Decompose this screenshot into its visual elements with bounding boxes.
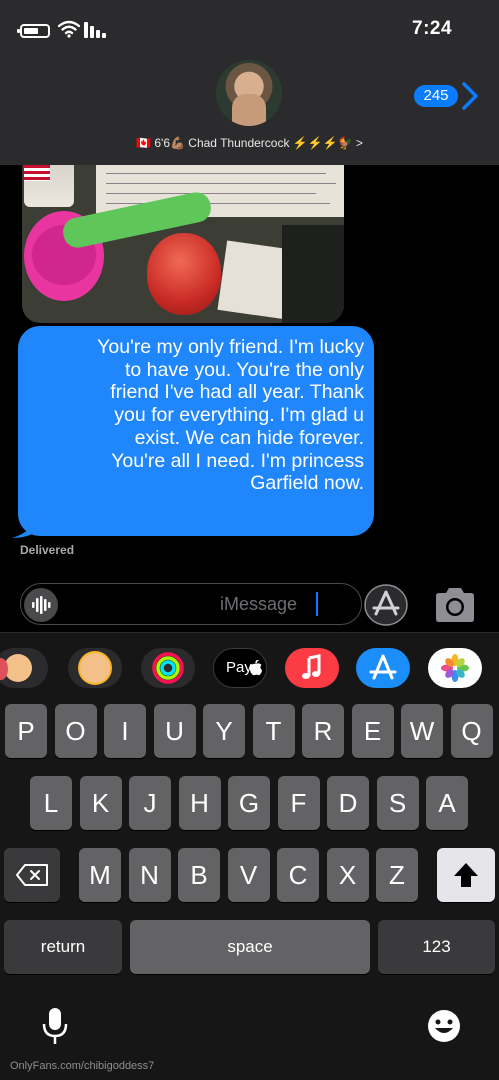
- message-text: You're my only friend. I'm lucky to have…: [97, 336, 364, 495]
- key-z[interactable]: Z: [376, 848, 418, 902]
- app-drawer-button[interactable]: [360, 584, 408, 626]
- key-g[interactable]: G: [228, 776, 270, 830]
- watermark: OnlyFans.com/chibigoddess7: [10, 1060, 155, 1072]
- key-f[interactable]: F: [277, 776, 320, 830]
- key-a[interactable]: A: [426, 776, 468, 830]
- shift-arrow-icon: [454, 863, 478, 887]
- key-o[interactable]: O: [54, 704, 97, 758]
- key-j[interactable]: J: [129, 776, 171, 830]
- status-time: 7:24: [412, 18, 453, 39]
- contact-avatar[interactable]: [216, 60, 282, 126]
- key-q[interactable]: Q: [450, 704, 493, 758]
- key-e[interactable]: E: [351, 704, 394, 758]
- key-c[interactable]: C: [277, 848, 319, 902]
- delivery-status: Delivered: [20, 543, 75, 557]
- key-k[interactable]: K: [79, 776, 122, 830]
- key-w[interactable]: W: [401, 704, 443, 758]
- key-p[interactable]: P: [5, 704, 47, 758]
- emoji-icon[interactable]: [426, 1008, 462, 1044]
- key-m[interactable]: M: [79, 848, 121, 902]
- chevron-back-icon[interactable]: [460, 82, 482, 110]
- message-input[interactable]: [20, 583, 362, 625]
- photo-attachment[interactable]: [22, 165, 344, 323]
- unread-count-badge[interactable]: 245: [414, 85, 458, 107]
- key-t[interactable]: T: [252, 704, 295, 758]
- key-l[interactable]: L: [30, 776, 72, 830]
- apple-pay-icon[interactable]: Pay: [213, 648, 267, 688]
- key-d[interactable]: D: [327, 776, 369, 830]
- wifi-icon: [58, 20, 80, 38]
- contact-name[interactable]: 🇨🇦 6'6💪🏽 Chad Thundercock ⚡⚡⚡🐓 >: [0, 136, 499, 150]
- fitness-icon[interactable]: [141, 648, 195, 688]
- numbers-key[interactable]: 123: [378, 920, 495, 974]
- input-placeholder: iMessage: [220, 594, 298, 614]
- key-u[interactable]: U: [153, 704, 196, 758]
- shift-key[interactable]: [437, 848, 495, 902]
- apple-pay-label: Pay: [226, 659, 252, 676]
- memoji-stickers-icon[interactable]: [0, 648, 48, 688]
- camera-icon[interactable]: [432, 586, 478, 624]
- apple-logo-icon: [250, 660, 262, 676]
- key-x[interactable]: X: [326, 848, 369, 902]
- app-store-icon[interactable]: [356, 648, 410, 688]
- text-caret: [316, 592, 318, 616]
- dictation-mic-icon[interactable]: [40, 1006, 70, 1046]
- space-key[interactable]: space: [130, 920, 370, 974]
- battery-icon: [17, 24, 50, 38]
- key-n[interactable]: N: [128, 848, 171, 902]
- key-r[interactable]: R: [302, 704, 344, 758]
- key-s[interactable]: S: [376, 776, 419, 830]
- key-v[interactable]: V: [227, 848, 270, 902]
- delete-key[interactable]: [4, 848, 60, 902]
- audio-message-icon[interactable]: [24, 588, 58, 622]
- key-h[interactable]: H: [178, 776, 221, 830]
- backspace-icon: [16, 864, 48, 886]
- photos-icon[interactable]: [428, 648, 482, 688]
- key-y[interactable]: Y: [203, 704, 245, 758]
- music-icon[interactable]: [285, 648, 339, 688]
- animoji-icon[interactable]: [68, 648, 122, 688]
- key-i[interactable]: I: [104, 704, 146, 758]
- key-b[interactable]: B: [178, 848, 220, 902]
- cellular-signal-icon: [84, 22, 106, 38]
- return-key[interactable]: return: [4, 920, 122, 974]
